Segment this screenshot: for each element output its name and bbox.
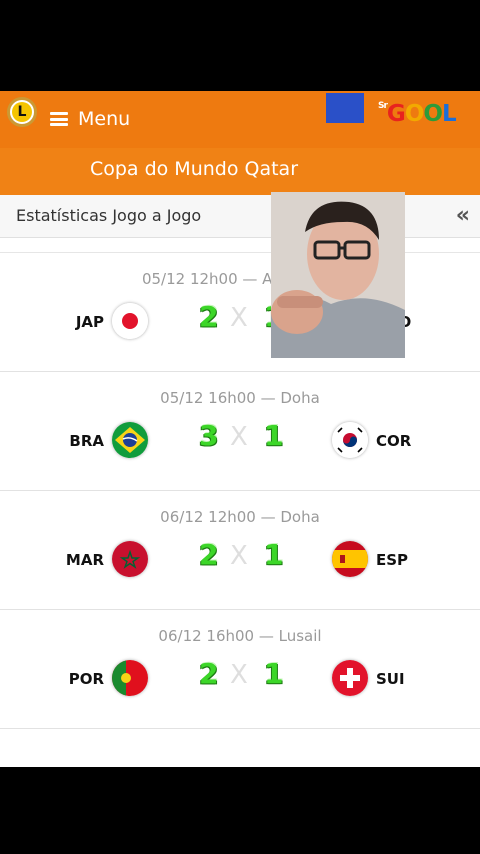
versus-mark: X <box>230 303 248 333</box>
away-team: COR <box>376 432 412 450</box>
versus-mark: X <box>230 660 248 690</box>
section-bar[interactable]: Estatísticas Jogo a Jogo « <box>0 195 480 238</box>
presenter-image <box>271 192 405 358</box>
brazil-flag-icon <box>112 422 148 458</box>
webcam-overlay <box>271 192 405 358</box>
away-score: 1 <box>264 419 284 452</box>
portugal-flag-icon <box>112 660 148 696</box>
top-bar: L Menu SrGOOL <box>0 91 480 148</box>
menu-button[interactable]: Menu <box>50 104 130 134</box>
match-meta: 05/12 12h00 — Al-Wakrah <box>141 270 339 288</box>
away-team: SUI <box>376 670 405 688</box>
home-team: POR <box>68 670 104 688</box>
korea-flag-icon <box>332 422 368 458</box>
home-score: 2 <box>199 300 219 333</box>
match-row[interactable]: 05/12 12h00 — Al-Wakrah JAP 2 X 1 CRO <box>0 253 480 372</box>
title-strip: Copa do Mundo Qatar <box>0 148 480 195</box>
match-meta: 06/12 16h00 — Lusail <box>158 627 322 645</box>
home-score: 3 <box>199 419 219 452</box>
match-row[interactable]: 06/12 12h00 — Doha MAR 2 X 1 ESP <box>0 491 480 610</box>
menu-label: Menu <box>78 108 131 130</box>
home-team: BRA <box>69 432 104 450</box>
home-score: 2 <box>199 538 219 571</box>
spain-flag-icon <box>332 541 368 577</box>
page-title: Copa do Mundo Qatar <box>89 158 299 180</box>
home-team: JAP <box>75 313 104 331</box>
away-team: ESP <box>376 551 409 569</box>
double-chevron-left-icon[interactable]: « <box>456 203 470 228</box>
match-row[interactable]: 05/12 16h00 — Doha BRA 3 X 1 COR <box>0 372 480 491</box>
section-title: Estatísticas Jogo a Jogo <box>16 206 202 225</box>
hamburger-icon <box>50 112 68 126</box>
match-meta: 06/12 12h00 — Doha <box>160 508 320 526</box>
brand-logo: SrGOOL <box>378 101 457 127</box>
japan-flag-icon <box>112 303 148 339</box>
match-row[interactable]: 06/12 16h00 — Lusail POR 2 X 1 SUI <box>0 610 480 729</box>
versus-mark: X <box>230 541 248 571</box>
switzerland-flag-icon <box>332 660 368 696</box>
away-score: 1 <box>264 657 284 690</box>
home-team: MAR <box>65 551 104 569</box>
divider <box>0 238 480 253</box>
away-score: 1 <box>264 538 284 571</box>
app-screen: L Menu SrGOOL Copa do Mundo Qatar Estatí… <box>0 91 480 767</box>
match-meta: 05/12 16h00 — Doha <box>160 389 320 407</box>
morocco-flag-icon <box>112 541 148 577</box>
brand-square <box>326 93 364 123</box>
home-score: 2 <box>199 657 219 690</box>
match-list: 05/12 12h00 — Al-Wakrah JAP 2 X 1 CRO 05… <box>0 253 480 729</box>
versus-mark: X <box>230 422 248 452</box>
site-logo[interactable]: L <box>7 97 37 127</box>
